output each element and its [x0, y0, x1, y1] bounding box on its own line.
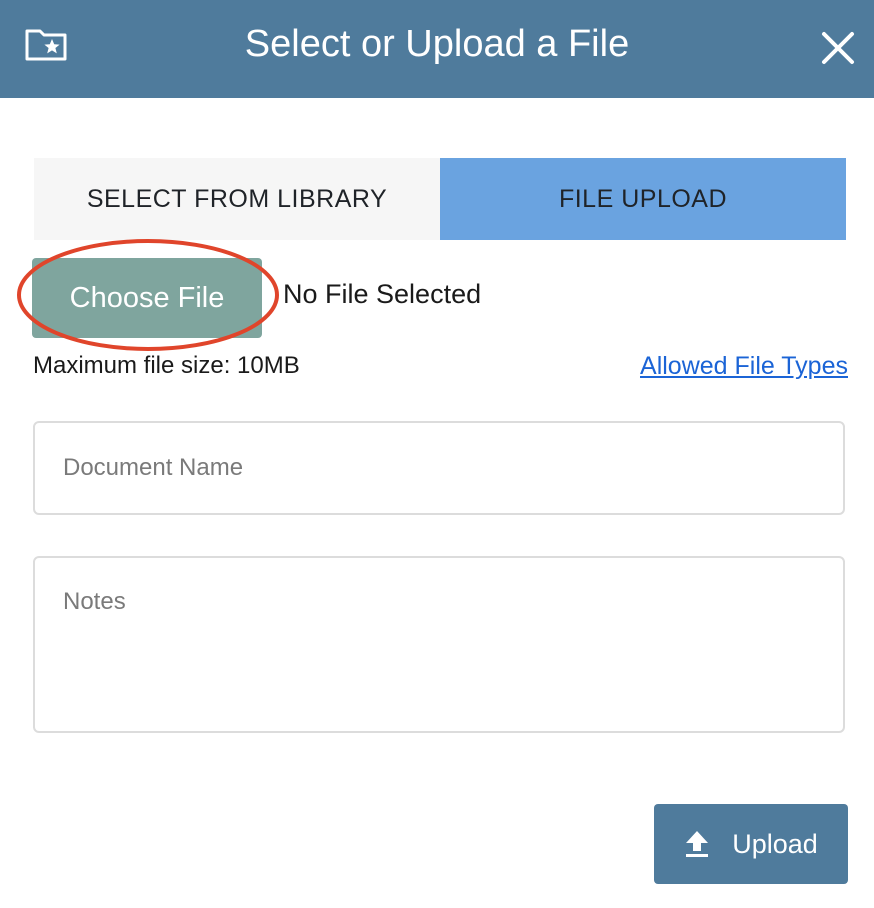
tab-file-upload[interactable]: FILE UPLOAD: [440, 158, 846, 240]
source-tabs: SELECT FROM LIBRARY FILE UPLOAD: [34, 158, 846, 240]
close-icon[interactable]: [818, 28, 858, 68]
document-name-input[interactable]: [33, 421, 845, 515]
notes-textarea[interactable]: [33, 556, 845, 733]
max-file-size-text: Maximum file size: 10MB: [33, 352, 300, 379]
upload-button-label: Upload: [732, 828, 818, 859]
upload-arrow-icon: [686, 831, 709, 857]
upload-button[interactable]: Upload: [654, 804, 848, 884]
dialog-title: Select or Upload a File: [244, 23, 630, 65]
file-status-text: No File Selected: [283, 279, 482, 309]
choose-file-button[interactable]: Choose File: [32, 258, 262, 338]
allowed-file-types-link[interactable]: Allowed File Types: [640, 352, 848, 381]
dialog-header: Select or Upload a File: [0, 0, 874, 98]
file-chooser: Choose File: [32, 258, 262, 338]
upload-dialog: Select or Upload a File SELECT FROM LIBR…: [0, 0, 874, 908]
tab-select-from-library[interactable]: SELECT FROM LIBRARY: [34, 158, 440, 240]
